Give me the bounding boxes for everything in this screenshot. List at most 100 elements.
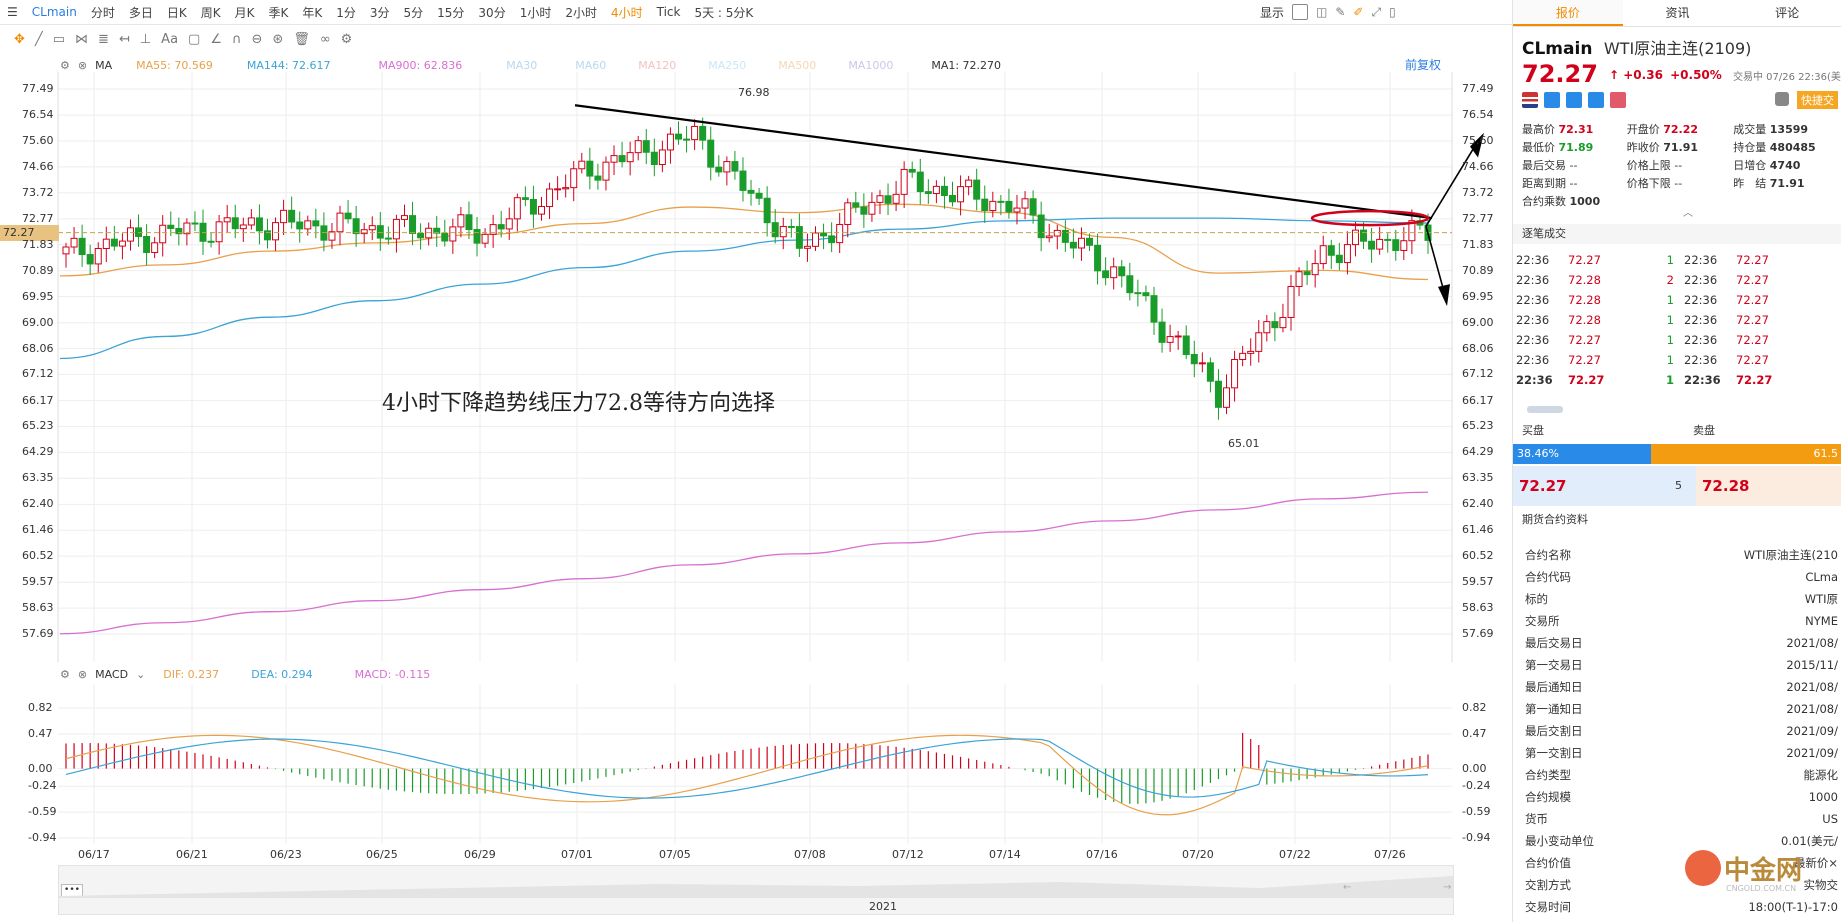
arrow-tool-icon[interactable]: ↤ — [119, 32, 130, 47]
period-6[interactable]: 年K — [295, 4, 329, 21]
candle-body — [884, 195, 892, 204]
comment-tool-icon[interactable]: ▢ — [188, 32, 200, 47]
macd-dif-line — [65, 734, 1429, 816]
period-3[interactable]: 周K — [194, 4, 228, 21]
candle-body — [900, 168, 908, 195]
candle-body — [505, 218, 513, 230]
stat-label: 昨 结 — [1733, 177, 1770, 190]
candle-body — [223, 217, 231, 223]
chevron-down-icon[interactable]: ⌄ — [136, 668, 145, 681]
pen-icon[interactable]: ✐ — [1353, 5, 1363, 19]
candle-body — [787, 225, 795, 228]
period-5[interactable]: 季K — [261, 4, 295, 21]
restore-adjust-button[interactable]: 前复权 — [1405, 56, 1441, 73]
candle-body — [344, 212, 352, 220]
ask-price[interactable]: 72.28 — [1696, 466, 1841, 506]
bell-icon[interactable] — [1775, 92, 1789, 106]
candle-body — [1174, 335, 1182, 338]
period-4[interactable]: 月K — [228, 4, 262, 21]
candle-body — [1239, 352, 1247, 360]
tab-comments[interactable]: 评论 — [1732, 0, 1841, 26]
display-menu[interactable]: 显示 — [1260, 4, 1284, 21]
time-navigator[interactable]: ••• 2021 ← → — [58, 865, 1454, 915]
macd-tick-left: -0.59 — [28, 805, 57, 819]
price-tick-right: 66.17 — [1462, 393, 1494, 407]
tab-quote[interactable]: 报价 — [1513, 0, 1623, 26]
edit-icon[interactable]: ✎ — [1335, 5, 1345, 19]
candle-body — [449, 226, 457, 242]
trade-time: 22:36 — [1516, 313, 1550, 327]
bid-price-cell[interactable]: 72.27 5 — [1513, 466, 1696, 506]
collapse-chevron-icon[interactable]: ︿ — [1683, 204, 1693, 219]
resistance-ellipse[interactable] — [1310, 209, 1430, 227]
crosshair-icon[interactable]: ✥ — [14, 32, 25, 47]
ma-indicator-name[interactable]: MA — [95, 59, 112, 72]
candle-body — [143, 235, 151, 253]
angle-tool-icon[interactable]: ∠ — [210, 32, 222, 47]
trash-icon[interactable]: 🗑 — [293, 32, 310, 47]
period-9[interactable]: 5分 — [397, 4, 431, 21]
price-tick-right: 62.40 — [1462, 497, 1494, 511]
candle-body — [892, 193, 900, 204]
candle-body — [118, 240, 126, 247]
group-icon[interactable] — [1566, 92, 1582, 108]
price-chart[interactable] — [0, 72, 1512, 662]
tab-news[interactable]: 资讯 — [1623, 0, 1733, 26]
macd-indicator-name[interactable]: MACD — [95, 668, 128, 681]
magnet-tool-icon[interactable]: ∩ — [232, 32, 242, 47]
favorite-icon[interactable] — [1610, 92, 1626, 108]
period-15[interactable]: Tick — [650, 5, 688, 19]
candle-body — [231, 217, 239, 230]
period-8[interactable]: 3分 — [363, 4, 397, 21]
trades-scrollbar[interactable] — [1527, 406, 1563, 413]
measure-tool-icon[interactable]: ⊥ — [140, 32, 151, 47]
gear-icon[interactable]: ⚙ — [60, 59, 70, 72]
close-icon[interactable]: ⊗ — [78, 59, 87, 72]
period-16[interactable]: 5天 : 5分K — [687, 4, 760, 21]
candle-body — [876, 195, 884, 203]
candle-body — [376, 225, 384, 239]
link-icon[interactable]: ∞ — [320, 32, 331, 47]
symbol-selector[interactable]: CLmain — [25, 5, 84, 19]
navigator-left-arrow-icon[interactable]: ← — [1343, 882, 1351, 893]
period-0[interactable]: 分时 — [84, 4, 122, 21]
period-1[interactable]: 多日 — [122, 4, 160, 21]
quick-trade-button[interactable]: 快捷交 — [1797, 91, 1838, 109]
lock-tool-icon[interactable]: ⊖ — [252, 32, 263, 47]
period-13[interactable]: 2小时 — [558, 4, 604, 21]
candle-body — [1384, 238, 1392, 241]
macd-close-icon[interactable]: ⊗ — [78, 668, 87, 681]
info-label: 交割方式 — [1525, 878, 1571, 892]
candle-body — [1037, 214, 1045, 239]
line-tool-icon[interactable]: ╱ — [35, 32, 43, 47]
period-14[interactable]: 4小时 — [604, 4, 650, 21]
period-12[interactable]: 1小时 — [513, 4, 559, 21]
trade-icon[interactable] — [1544, 92, 1560, 108]
settings-icon[interactable]: ⚙ — [341, 32, 353, 47]
candle-body — [1247, 350, 1255, 354]
eye-tool-icon[interactable]: ⊛ — [272, 32, 283, 47]
period-7[interactable]: 1分 — [329, 4, 363, 21]
fork-tool-icon[interactable]: ⋈ — [75, 32, 88, 47]
camera-icon[interactable]: ◫ — [1316, 5, 1327, 19]
period-11[interactable]: 30分 — [471, 4, 512, 21]
candle-body — [167, 224, 175, 229]
candle-body — [932, 185, 940, 195]
down-arrow-line[interactable] — [1425, 226, 1446, 296]
text-tool-icon[interactable]: Aa — [161, 32, 178, 47]
checkbox-icon[interactable] — [1292, 4, 1309, 20]
sidebar-toggle-icon[interactable]: ▯ — [1389, 5, 1396, 19]
note-icon[interactable] — [1588, 92, 1604, 108]
menu-icon[interactable]: ☰ — [0, 5, 25, 19]
candle-body — [126, 227, 134, 242]
period-2[interactable]: 日K — [160, 4, 194, 21]
macd-gear-icon[interactable]: ⚙ — [60, 668, 70, 681]
navigator-right-arrow-icon[interactable]: → — [1443, 882, 1451, 893]
rect-tool-icon[interactable]: ▭ — [53, 32, 65, 47]
period-10[interactable]: 15分 — [430, 4, 471, 21]
fullscreen-icon[interactable]: ⤢ — [1371, 5, 1381, 20]
candle-body — [465, 214, 473, 231]
macd-chart[interactable] — [0, 684, 1512, 844]
trading-status: 交易中 07/26 22:36(美 — [1733, 72, 1841, 83]
fib-tool-icon[interactable]: ≣ — [98, 32, 109, 47]
